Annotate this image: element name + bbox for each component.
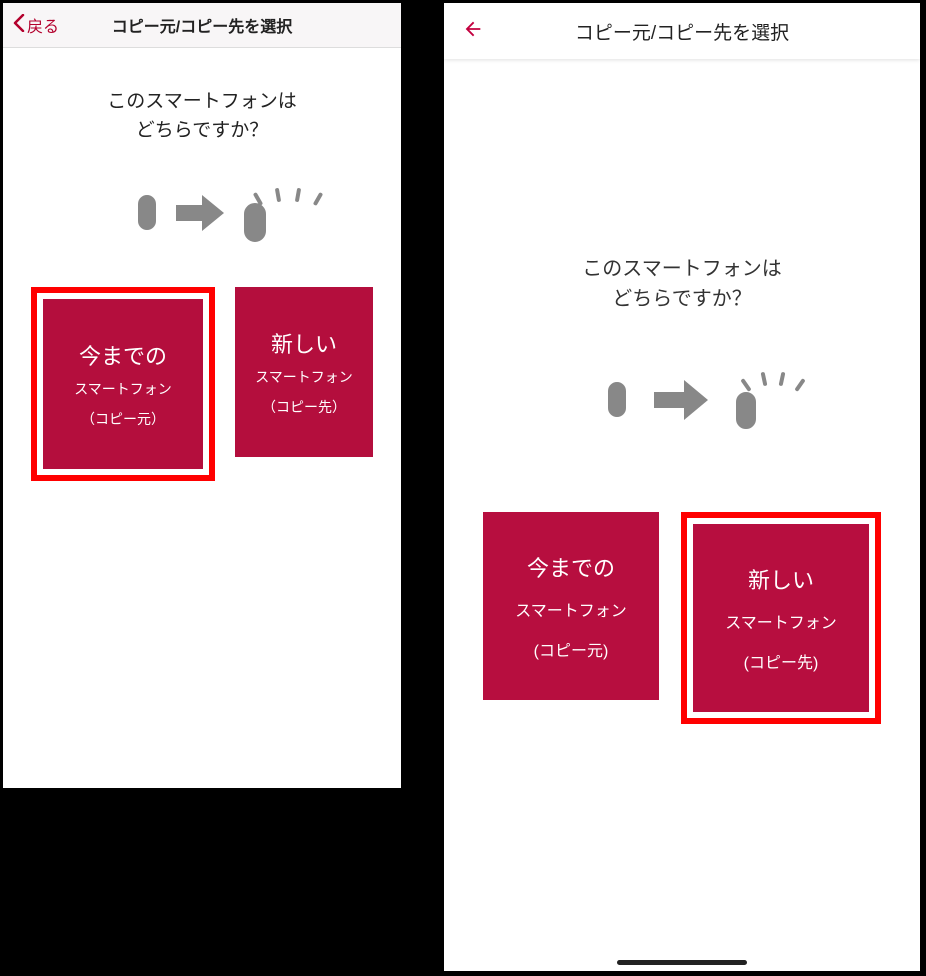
- option-dest-line2: スマートフォン: [255, 367, 353, 387]
- option-dest-line1: 新しい: [271, 327, 337, 359]
- transfer-illustration: [444, 378, 920, 422]
- content: このスマートフォンは どちらですか？ 今までの スマートフォン: [3, 48, 401, 788]
- option-destination-button[interactable]: 新しい スマートフォン （コピー先）: [235, 287, 373, 457]
- question-text: このスマートフォンは どちらですか？: [31, 88, 373, 145]
- phone-active-icon: [736, 380, 756, 420]
- phone-icon: [608, 391, 626, 409]
- option-source-line3: (コピー元): [534, 637, 609, 661]
- option-dest-line3: (コピー先): [744, 649, 819, 673]
- page-title: コピー元/コピー先を選択: [112, 13, 292, 37]
- option-source-line2: スマートフォン: [515, 597, 627, 621]
- back-button[interactable]: [462, 3, 484, 59]
- phone-active-icon: [244, 194, 266, 232]
- question-line-2: どちらですか？: [612, 288, 751, 310]
- question-line-1: このスマートフォンは: [582, 258, 781, 280]
- page-title: コピー元/コピー先を選択: [575, 18, 789, 45]
- back-label: 戻る: [27, 13, 59, 37]
- option-source-line1: 今までの: [79, 339, 167, 371]
- selection-highlight: 今までの スマートフォン （コピー元）: [31, 287, 215, 481]
- arrow-right-icon: [654, 378, 708, 422]
- question-line-2: どちらですか？: [136, 120, 268, 141]
- option-dest-line1: 新しい: [748, 563, 814, 595]
- option-source-line1: 今までの: [527, 551, 615, 583]
- option-source-line2: スマートフォン: [74, 379, 172, 399]
- screen-source-select-ios: 戻る コピー元/コピー先を選択 このスマートフォンは どちらですか？: [2, 2, 402, 789]
- option-dest-line2: スマートフォン: [725, 609, 837, 633]
- question-text: このスマートフォンは どちらですか？: [444, 254, 920, 314]
- question-line-1: このスマートフォンは: [107, 91, 296, 112]
- content: このスマートフォンは どちらですか？ 今までの スマートフォン (コピー: [444, 59, 920, 971]
- option-source-button[interactable]: 今までの スマートフォン (コピー元): [483, 512, 659, 700]
- choice-row: 今までの スマートフォン （コピー元） 新しい スマートフォン （コピー先）: [31, 287, 373, 481]
- header: コピー元/コピー先を選択: [444, 3, 920, 59]
- arrow-left-icon: [462, 18, 484, 45]
- option-source-button[interactable]: 今までの スマートフォン （コピー元）: [43, 299, 203, 469]
- arrow-right-icon: [176, 193, 224, 233]
- transfer-illustration: [31, 193, 373, 233]
- phone-icon: [138, 204, 156, 222]
- selection-highlight: 新しい スマートフォン (コピー先): [681, 512, 881, 724]
- screen-source-select-android: コピー元/コピー先を選択 このスマートフォンは どちらですか？ 今ま: [443, 2, 921, 972]
- choice-row: 今までの スマートフォン (コピー元) 新しい スマートフォン (コピー先): [444, 512, 920, 724]
- header: 戻る コピー元/コピー先を選択: [3, 3, 401, 48]
- option-dest-line3: （コピー先）: [262, 397, 346, 417]
- back-button[interactable]: 戻る: [13, 3, 59, 47]
- home-indicator: [617, 960, 747, 965]
- option-source-line3: （コピー元）: [81, 409, 165, 429]
- option-destination-button[interactable]: 新しい スマートフォン (コピー先): [693, 524, 869, 712]
- chevron-left-icon: [13, 14, 27, 37]
